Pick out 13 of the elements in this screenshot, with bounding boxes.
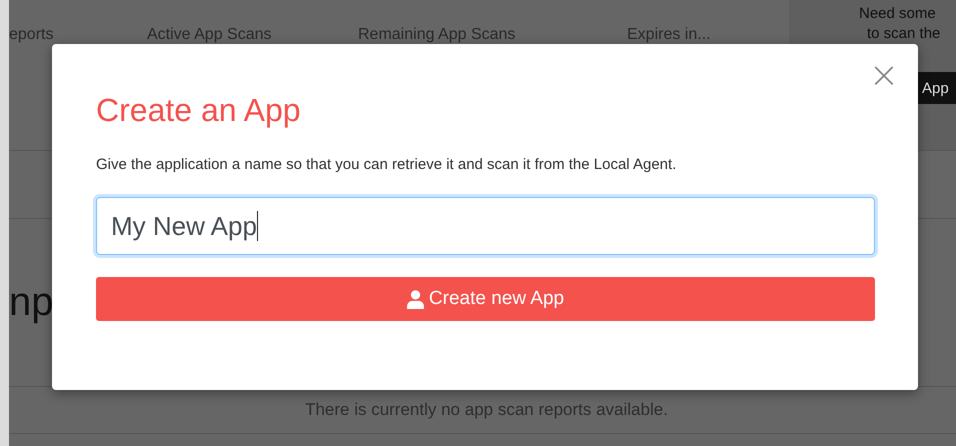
column-heading: Active App Scans [147, 26, 273, 44]
column-heading: Remaining App Scans [358, 26, 516, 44]
user-icon [406, 290, 424, 308]
column-heading: Expires in... [627, 26, 711, 44]
side-text: Need some [858, 4, 936, 24]
modal-description: Give the application a name so that you can retrieve it and scan it from the Local Agent. [96, 156, 678, 173]
app-name-field[interactable]: My New App [96, 197, 875, 255]
column-heading: eports [9, 26, 54, 44]
close-button[interactable]: × [868, 56, 899, 96]
page-heading: np [9, 280, 54, 325]
side-text: to scan the [866, 24, 940, 44]
empty-message: There is currently no app scan reports available. [304, 400, 668, 420]
modal-title: Create an App [96, 92, 301, 129]
